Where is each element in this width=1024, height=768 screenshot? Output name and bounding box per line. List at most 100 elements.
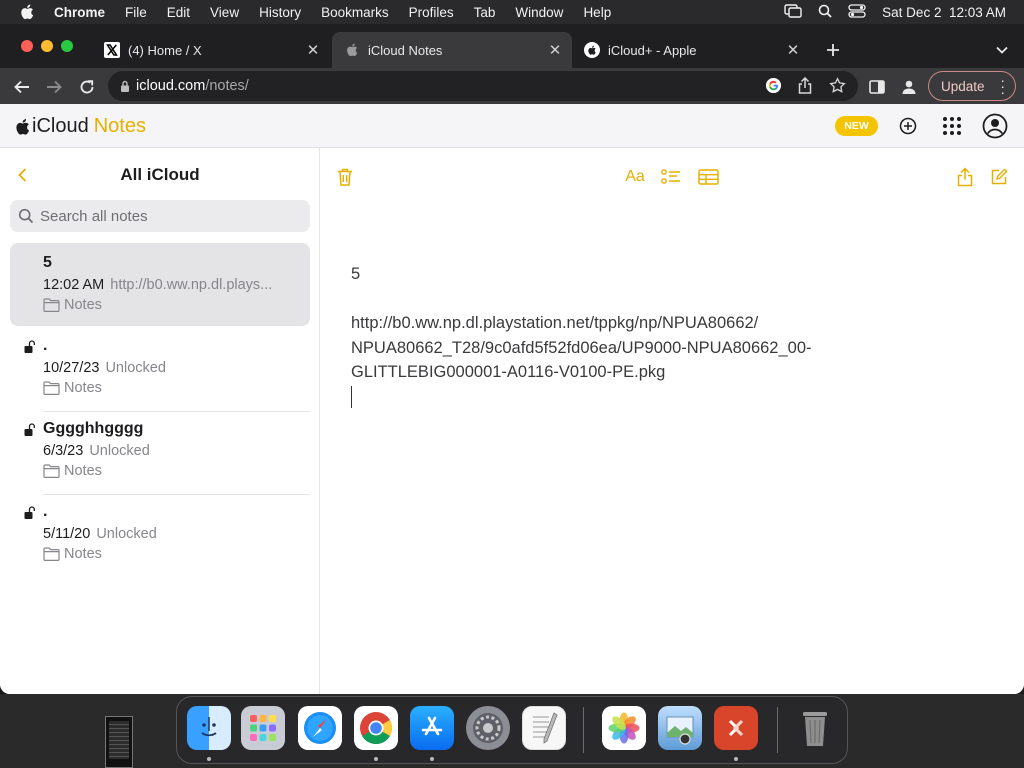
app-grid-icon[interactable] [939,113,965,139]
menu-view[interactable]: View [210,5,239,20]
sidebar-title: All iCloud [120,165,200,184]
system-settings-icon[interactable] [466,706,510,750]
text-format-icon[interactable]: Aa [623,165,647,189]
folder-name: Notes [64,463,102,479]
launchpad-icon[interactable] [241,706,285,750]
menu-history[interactable]: History [259,5,301,20]
search-input[interactable] [40,207,290,225]
address-bar[interactable]: icloud.com/notes/ [108,71,858,101]
screen-mirroring-icon[interactable] [784,3,802,21]
reload-icon[interactable] [74,74,100,100]
spotlight-search-icon[interactable] [818,4,832,21]
apple-menu-icon[interactable] [16,4,38,20]
note-status: Unlocked [96,526,157,542]
x-logo-icon [104,42,120,58]
apple-logo-icon [584,42,600,58]
note-list-item[interactable]: . 5/11/20 Unlocked Notes [10,492,310,575]
search-icon [18,208,34,224]
close-tab-icon[interactable]: ✕ [304,41,322,59]
close-window-button[interactable] [21,40,33,52]
side-panel-icon[interactable] [864,74,890,100]
tab-icloud-notes[interactable]: iCloud Notes ✕ [332,32,572,68]
remote-desktop-icon[interactable] [714,706,758,750]
checklist-icon[interactable] [659,165,683,189]
folder-name: Notes [64,546,102,562]
compose-new-note-icon[interactable] [987,165,1011,189]
note-content[interactable]: 5 http://b0.ww.np.dl.playstation.net/tpp… [351,262,871,409]
preview-icon[interactable] [658,706,702,750]
url-text: icloud.com/notes/ [136,78,249,94]
menu-bookmarks[interactable]: Bookmarks [321,5,389,20]
macos-menu-bar: Chrome File Edit View History Bookmarks … [0,0,1024,24]
account-avatar-icon[interactable] [982,113,1008,139]
tab-icloud-plus-apple[interactable]: iCloud+ - Apple ✕ [572,32,810,68]
folder-name: Notes [64,380,102,396]
close-tab-icon[interactable]: ✕ [784,41,802,59]
note-date: 10/27/23 [43,360,100,376]
menu-app-name[interactable]: Chrome [54,5,105,20]
share-note-icon[interactable] [953,165,977,189]
note-preview: http://b0.ww.np.dl.plays... [110,277,273,293]
share-icon[interactable] [798,76,812,99]
table-icon[interactable] [696,165,720,189]
profile-avatar-icon[interactable] [896,74,922,100]
menu-profiles[interactable]: Profiles [409,5,454,20]
menu-file[interactable]: File [125,5,147,20]
note-list-item[interactable]: 5 12:02 AM http://b0.ww.np.dl.plays... No… [10,243,310,326]
note-list-item[interactable]: . 10/27/23 Unlocked Notes [10,326,310,409]
forward-arrow-icon[interactable] [41,74,67,100]
note-title: 5 [43,254,52,271]
new-badge[interactable]: NEW [835,116,878,136]
new-tab-icon[interactable] [823,40,843,60]
chrome-icon[interactable] [354,706,398,750]
dock-separator [583,707,584,753]
add-circle-icon[interactable] [895,113,921,139]
trash-icon[interactable] [333,165,357,189]
search-notes-field[interactable] [10,200,310,232]
unlocked-padlock-icon [24,506,35,525]
menubar-clock[interactable]: Sat Dec 2 12:03 AM [882,5,1006,20]
note-list-item[interactable]: Gggghhgggg 6/3/23 Unlocked Notes [10,409,310,492]
back-arrow-icon[interactable] [9,74,35,100]
tab-title: (4) Home / X [128,42,202,58]
update-chrome-button[interactable]: Update · · · [928,71,1016,101]
menu-tab[interactable]: Tab [474,5,496,20]
brand-notes: Notes [93,115,146,137]
note-meta: 6/3/23 Unlocked [43,443,305,459]
unlocked-padlock-icon [24,340,35,359]
note-title: . [43,503,48,520]
tab-home-x[interactable]: (4) Home / X ✕ [92,32,330,68]
note-meta: 10/27/23 Unlocked [43,360,305,376]
note-body-line: NPUA80662_T28/9c0afd5f52fd06ea/UP9000-NP… [351,338,812,357]
menu-window[interactable]: Window [515,5,563,20]
photos-icon[interactable] [602,706,646,750]
menu-edit[interactable]: Edit [167,5,190,20]
dock [176,696,848,764]
app-store-icon[interactable] [410,706,454,750]
running-indicator [374,757,378,761]
textedit-icon[interactable] [522,706,566,750]
apple-logo-icon [344,42,360,58]
note-folder: Notes [43,546,102,562]
minimize-window-button[interactable] [41,40,53,52]
minimized-window-thumbnail[interactable] [105,716,133,768]
icloud-notes-logo[interactable]: iCloud Notes [15,115,146,138]
site-info-icon[interactable] [120,80,130,93]
zoom-window-button[interactable] [61,40,73,52]
trash-icon[interactable] [793,706,837,750]
update-label: Update [941,78,985,94]
safari-icon[interactable] [298,706,342,750]
close-tab-icon[interactable]: ✕ [546,41,564,59]
control-center-icon[interactable] [848,3,866,21]
icloud-notes-page: iCloud Notes NEW All iCloud 5 [0,104,1024,694]
brand-icloud: iCloud [32,115,89,137]
google-lens-icon[interactable] [765,77,782,99]
finder-icon[interactable] [187,706,231,750]
tab-search-chevron-down-icon[interactable] [992,40,1012,60]
menu-help[interactable]: Help [583,5,611,20]
note-meta: 5/11/20 Unlocked [43,526,305,542]
bookmark-star-icon[interactable] [829,77,846,99]
note-folder: Notes [43,463,102,479]
running-indicator [734,757,738,761]
more-menu-icon: · · · [1000,72,1005,100]
